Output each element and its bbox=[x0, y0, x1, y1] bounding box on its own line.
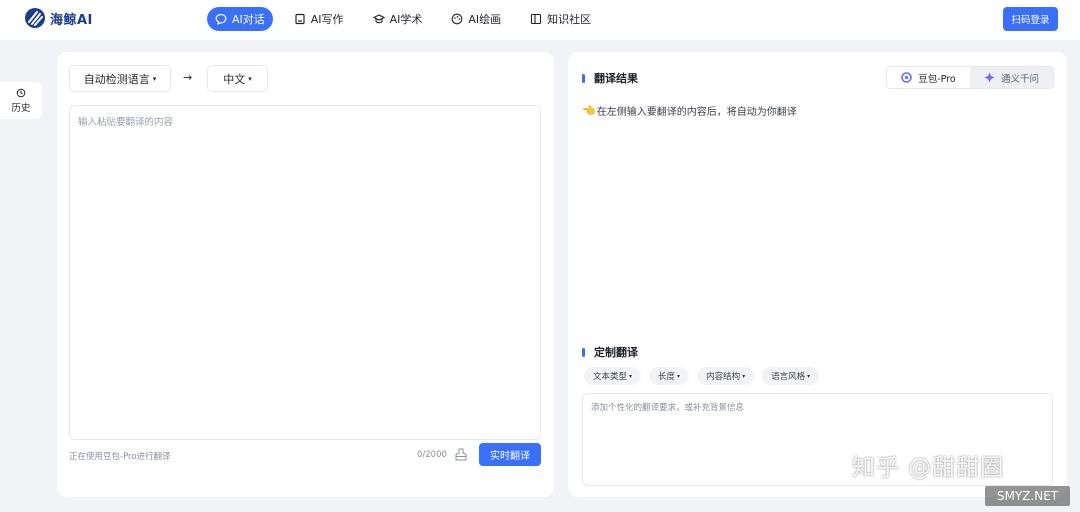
result-title-label: 翻译结果 bbox=[594, 72, 638, 85]
tag-label: 长度 bbox=[658, 372, 676, 382]
tag-label: 内容结构 bbox=[706, 372, 741, 382]
qr-login-button[interactable]: 扫码登录 bbox=[1003, 7, 1058, 31]
tag-content-structure[interactable]: 内容结构 ▾ bbox=[697, 367, 755, 385]
top-navbar: 海鲸AI AI对话 AI写作 AI学术 AI绘画 知识社区 扫码登录 bbox=[0, 0, 1080, 40]
engine-switch: 豆包-Pro 通义千问 bbox=[886, 66, 1054, 89]
custom-title-label: 定制翻译 bbox=[594, 346, 638, 359]
nav-ai-painting[interactable]: AI绘画 bbox=[443, 7, 509, 31]
model-status-note: 正在使用豆包-Pro进行翻译 bbox=[69, 452, 171, 462]
chevron-down-icon: ▾ bbox=[248, 74, 252, 83]
chevron-down-icon: ▾ bbox=[742, 372, 746, 380]
nav-knowledge-community[interactable]: 知识社区 bbox=[522, 7, 599, 31]
chevron-down-icon: ▾ bbox=[629, 372, 633, 380]
nav-ai-chat[interactable]: AI对话 bbox=[207, 7, 273, 31]
nav-ai-painting-label: AI绘画 bbox=[468, 13, 502, 26]
arrow-right-icon[interactable]: → bbox=[183, 71, 192, 84]
tag-label: 语言风格 bbox=[771, 372, 806, 382]
nav-ai-writing-label: AI写作 bbox=[310, 13, 344, 26]
writing-icon bbox=[295, 13, 305, 25]
nav-ai-writing[interactable]: AI写作 bbox=[286, 7, 352, 31]
history-icon bbox=[16, 88, 26, 97]
history-tab[interactable]: 历史 bbox=[0, 82, 42, 119]
source-text-input[interactable] bbox=[78, 114, 532, 431]
tag-length[interactable]: 长度 ▾ bbox=[649, 367, 690, 385]
source-text-container bbox=[69, 105, 541, 440]
char-counter: 0/2000 bbox=[417, 450, 447, 460]
tongyi-icon bbox=[984, 72, 995, 83]
logo-icon bbox=[25, 8, 45, 28]
section-marker bbox=[582, 347, 585, 357]
section-marker bbox=[582, 73, 585, 83]
nav-ai-chat-label: AI对话 bbox=[232, 13, 265, 26]
target-language-label: 中文 bbox=[223, 72, 246, 86]
target-language-select[interactable]: 中文 ▾ bbox=[207, 65, 268, 92]
book-icon bbox=[531, 13, 542, 25]
zhihu-watermark: 知乎 @甜甜圈 bbox=[852, 455, 1005, 481]
chevron-down-icon: ▾ bbox=[677, 372, 681, 380]
source-language-label: 自动检测语言 bbox=[83, 72, 150, 86]
result-section-title: 翻译结果 bbox=[582, 70, 638, 86]
chevron-down-icon: ▾ bbox=[152, 74, 157, 83]
main-nav: AI对话 AI写作 AI学术 AI绘画 知识社区 bbox=[207, 7, 612, 31]
tag-label: 文本类型 bbox=[593, 372, 628, 382]
engine-tongyi[interactable]: 通义千问 bbox=[970, 67, 1053, 88]
graduation-cap-icon bbox=[372, 14, 385, 24]
site-watermark: SMYZ.NET bbox=[985, 486, 1070, 506]
nav-ai-academic[interactable]: AI学术 bbox=[365, 7, 431, 31]
result-panel: 翻译结果 豆包-Pro 通义千问 👈 在左侧输入要翻译的内容后，将自动为你翻译 … bbox=[568, 52, 1067, 497]
custom-section-title: 定制翻译 bbox=[582, 344, 638, 360]
chevron-down-icon: ▾ bbox=[807, 372, 811, 380]
custom-option-tags: 文本类型 ▾ 长度 ▾ 内容结构 ▾ 语言风格 ▾ bbox=[584, 367, 827, 385]
brand-logo[interactable]: 海鲸AI bbox=[24, 7, 93, 29]
clear-icon[interactable] bbox=[455, 448, 467, 461]
doubao-icon bbox=[901, 72, 913, 83]
history-label: 历史 bbox=[11, 102, 31, 114]
realtime-translate-button[interactable]: 实时翻译 bbox=[479, 443, 541, 466]
tag-text-type[interactable]: 文本类型 ▾ bbox=[584, 367, 642, 385]
result-hint-text: 在左侧输入要翻译的内容后，将自动为你翻译 bbox=[596, 107, 797, 118]
source-panel: 自动检测语言 ▾ → 中文 ▾ 正在使用豆包-Pro进行翻译 0/2000 实时… bbox=[57, 52, 554, 497]
nav-knowledge-community-label: 知识社区 bbox=[547, 13, 592, 26]
engine-doubao-pro[interactable]: 豆包-Pro bbox=[887, 67, 970, 88]
result-placeholder: 👈 在左侧输入要翻译的内容后，将自动为你翻译 bbox=[582, 103, 797, 118]
engine-tongyi-label: 通义千问 bbox=[1000, 73, 1039, 85]
engine-doubao-label: 豆包-Pro bbox=[918, 73, 956, 85]
palette-icon bbox=[451, 13, 463, 25]
chat-icon bbox=[215, 13, 227, 25]
tag-language-style[interactable]: 语言风格 ▾ bbox=[762, 367, 820, 385]
nav-ai-academic-label: AI学术 bbox=[389, 13, 423, 26]
pointing-hand-icon: 👈 bbox=[582, 104, 596, 117]
brand-name: 海鲸AI bbox=[50, 12, 93, 28]
source-language-select[interactable]: 自动检测语言 ▾ bbox=[69, 65, 171, 92]
